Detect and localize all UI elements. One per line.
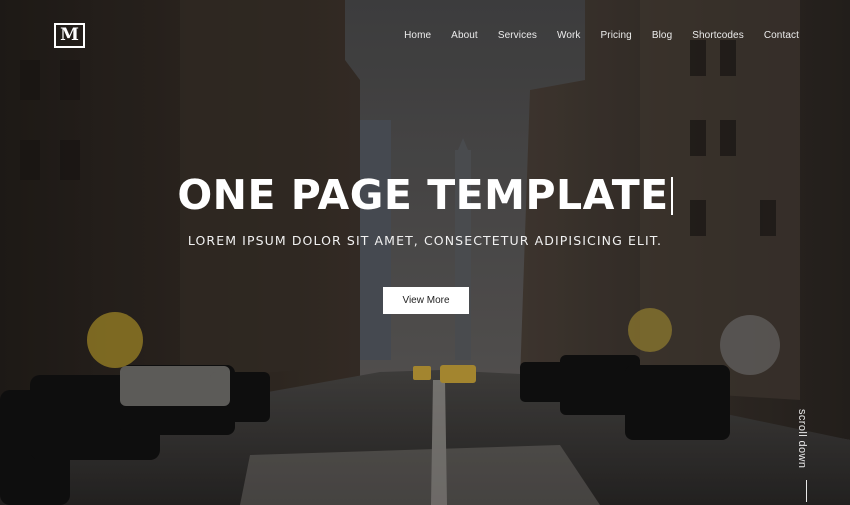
nav-link-home[interactable]: Home	[404, 30, 431, 41]
hero-subtitle: LOREM IPSUM DOLOR SIT AMET, CONSECTETUR …	[187, 233, 663, 248]
nav-link-work[interactable]: Work	[557, 30, 581, 41]
hero-section: M Home About Services Work Pricing Blog …	[0, 0, 850, 505]
main-navigation: Home About Services Work Pricing Blog Sh…	[404, 30, 799, 41]
scroll-line-icon	[806, 480, 807, 502]
view-more-button[interactable]: View More	[383, 287, 469, 314]
scroll-down-label: scroll down	[796, 409, 808, 469]
nav-link-about[interactable]: About	[451, 30, 478, 41]
nav-link-services[interactable]: Services	[498, 30, 537, 41]
nav-link-contact[interactable]: Contact	[764, 30, 799, 41]
scroll-down-indicator[interactable]: scroll down	[796, 409, 820, 502]
hero-title-wrapper: ONE PAGE TEMPLATE	[0, 171, 850, 219]
nav-link-shortcodes[interactable]: Shortcodes	[692, 30, 744, 41]
nav-link-pricing[interactable]: Pricing	[601, 30, 632, 41]
hero-title: ONE PAGE TEMPLATE	[177, 171, 669, 219]
nav-link-blog[interactable]: Blog	[652, 30, 672, 41]
dark-overlay	[0, 0, 850, 505]
logo-letter: M	[60, 25, 79, 45]
logo[interactable]: M	[54, 23, 85, 48]
text-cursor	[670, 177, 673, 215]
